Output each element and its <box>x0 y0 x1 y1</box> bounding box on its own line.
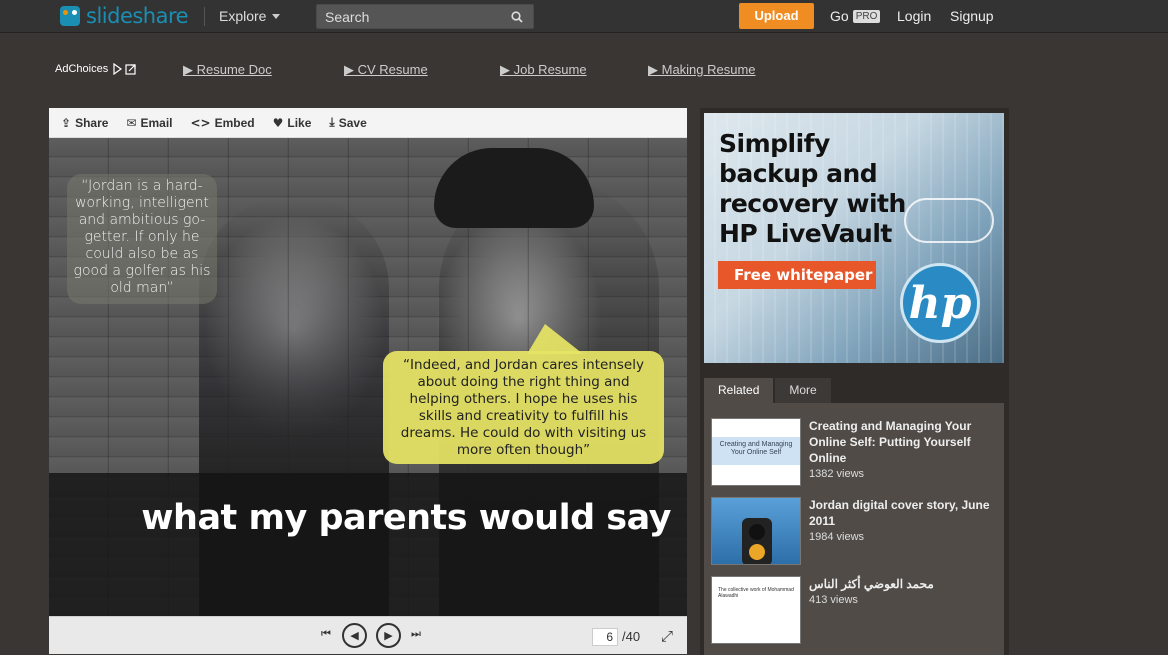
save-button[interactable]: ⤓ Save <box>329 115 366 130</box>
next-icon: ▶ <box>384 629 393 642</box>
embed-icon: <> <box>190 115 211 130</box>
pro-badge: PRO <box>852 9 881 23</box>
first-slide-icon[interactable]: ⏮ <box>321 627 331 641</box>
ad-link-resume-doc[interactable]: ▶ Resume Doc <box>183 62 272 78</box>
share-icon: ⇪ <box>61 115 72 130</box>
previous-slide-button[interactable]: ◀ <box>342 623 367 648</box>
speech-bubble-right: “Indeed, and Jordan cares intensely abou… <box>383 351 664 464</box>
save-label: Save <box>338 115 367 130</box>
heart-icon: ♥ <box>272 115 284 130</box>
slideshare-logo-icon <box>60 6 80 26</box>
thumbnail-title: Creating and Managing Your Online Self <box>712 437 800 465</box>
thumbnail-title: The collective work of Mohammad Alawadhi <box>718 587 794 599</box>
last-slide-icon[interactable]: ⏭ <box>411 627 421 641</box>
nav-divider <box>204 7 205 26</box>
ad-headline: Simplify backup and recovery with HP Liv… <box>719 129 906 248</box>
embed-button[interactable]: <> Embed <box>191 116 255 130</box>
related-item[interactable]: The collective work of Mohammad Alawadhi… <box>711 576 1001 646</box>
fullscreen-icon[interactable]: ⤢ <box>661 627 673 645</box>
ad-link-job-resume[interactable]: ▶ Job Resume <box>500 62 587 78</box>
related-views: 1984 views <box>809 531 865 543</box>
search-box[interactable] <box>316 4 534 29</box>
hp-logo: hp <box>900 263 980 343</box>
related-title[interactable]: Creating and Managing Your Online Self: … <box>809 418 995 466</box>
embed-label: Embed <box>214 115 255 130</box>
page-total: /40 <box>622 629 641 644</box>
quote-right-text: “Indeed, and Jordan cares intensely abou… <box>400 357 647 458</box>
go-pro-link[interactable]: Go PRO <box>830 8 881 24</box>
related-item[interactable]: Jordan digital cover story, June 2011 19… <box>711 497 1001 567</box>
adchoices-link[interactable]: AdChoices <box>55 63 138 75</box>
chevron-down-icon <box>272 13 281 19</box>
share-label: Share <box>75 115 109 130</box>
sidebar-tabs: Related More <box>704 378 831 403</box>
email-button[interactable]: ✉ Email <box>126 116 172 130</box>
previous-icon: ◀ <box>350 629 359 642</box>
email-label: Email <box>140 115 173 130</box>
search-input[interactable] <box>317 5 507 28</box>
related-thumbnail[interactable]: The collective work of Mohammad Alawadhi <box>711 576 801 644</box>
email-icon: ✉ <box>126 115 137 130</box>
share-button[interactable]: ⇪ Share <box>61 116 108 130</box>
logo-text: slideshare <box>86 4 189 28</box>
search-icon[interactable] <box>511 11 523 23</box>
explore-label: Explore <box>219 8 267 24</box>
like-button[interactable]: ♥ Like <box>273 116 312 130</box>
hp-ad-banner[interactable]: Simplify backup and recovery with HP Liv… <box>704 113 1004 363</box>
go-label: Go <box>830 8 849 24</box>
ad-link-making-resume[interactable]: ▶ Making Resume <box>648 62 756 78</box>
tab-more[interactable]: More <box>775 378 831 403</box>
top-navigation-bar: slideshare Explore Upload Go PRO Login S… <box>0 0 1168 33</box>
ad-cta-button[interactable]: Free whitepaper <box>718 261 876 289</box>
explore-menu[interactable]: Explore <box>219 8 281 24</box>
next-slide-button[interactable]: ▶ <box>376 623 401 648</box>
caption-band: what my parents would say <box>49 473 687 616</box>
related-item[interactable]: Creating and Managing Your Online Self C… <box>711 418 1001 488</box>
slide-image[interactable]: “Jordan is a hard-working, intelligent a… <box>49 138 687 616</box>
viewer-toolbar: ⇪ Share ✉ Email <> Embed ♥ Like ⤓ Save <box>49 108 687 138</box>
related-views: 413 views <box>809 594 858 606</box>
like-label: Like <box>287 115 312 130</box>
download-icon: ⤓ <box>329 115 335 129</box>
speech-bubble-tail <box>527 324 583 354</box>
speech-bubble-left: “Jordan is a hard-working, intelligent a… <box>67 174 217 304</box>
related-thumbnail[interactable]: Creating and Managing Your Online Self <box>711 418 801 486</box>
adchoices-label: AdChoices <box>55 63 109 75</box>
slide-viewer: ⇪ Share ✉ Email <> Embed ♥ Like ⤓ Save “… <box>49 108 687 654</box>
ad-link-cv-resume[interactable]: ▶ CV Resume <box>344 62 428 78</box>
related-title[interactable]: Jordan digital cover story, June 2011 <box>809 497 995 529</box>
related-title[interactable]: محمد العوضي أكثر الناس <box>809 576 995 592</box>
upload-button[interactable]: Upload <box>739 3 814 29</box>
slide-caption: what my parents would say <box>141 498 671 538</box>
slide-controls: ⏮ ◀ ▶ ⏭ 6 /40 ⤢ <box>49 616 687 654</box>
page-number-input[interactable]: 6 <box>592 628 618 646</box>
signup-link[interactable]: Signup <box>950 8 994 24</box>
quote-left-text: “Jordan is a hard-working, intelligent a… <box>73 178 211 296</box>
adchoices-icon <box>113 63 136 75</box>
slideshare-logo[interactable]: slideshare <box>60 4 189 28</box>
login-link[interactable]: Login <box>897 8 931 24</box>
related-views: 1382 views <box>809 468 865 480</box>
traffic-light-image <box>742 518 772 564</box>
related-thumbnail[interactable] <box>711 497 801 565</box>
cloud-icon <box>904 198 994 243</box>
related-list: Creating and Managing Your Online Self C… <box>704 403 1004 655</box>
tab-related[interactable]: Related <box>704 378 774 403</box>
